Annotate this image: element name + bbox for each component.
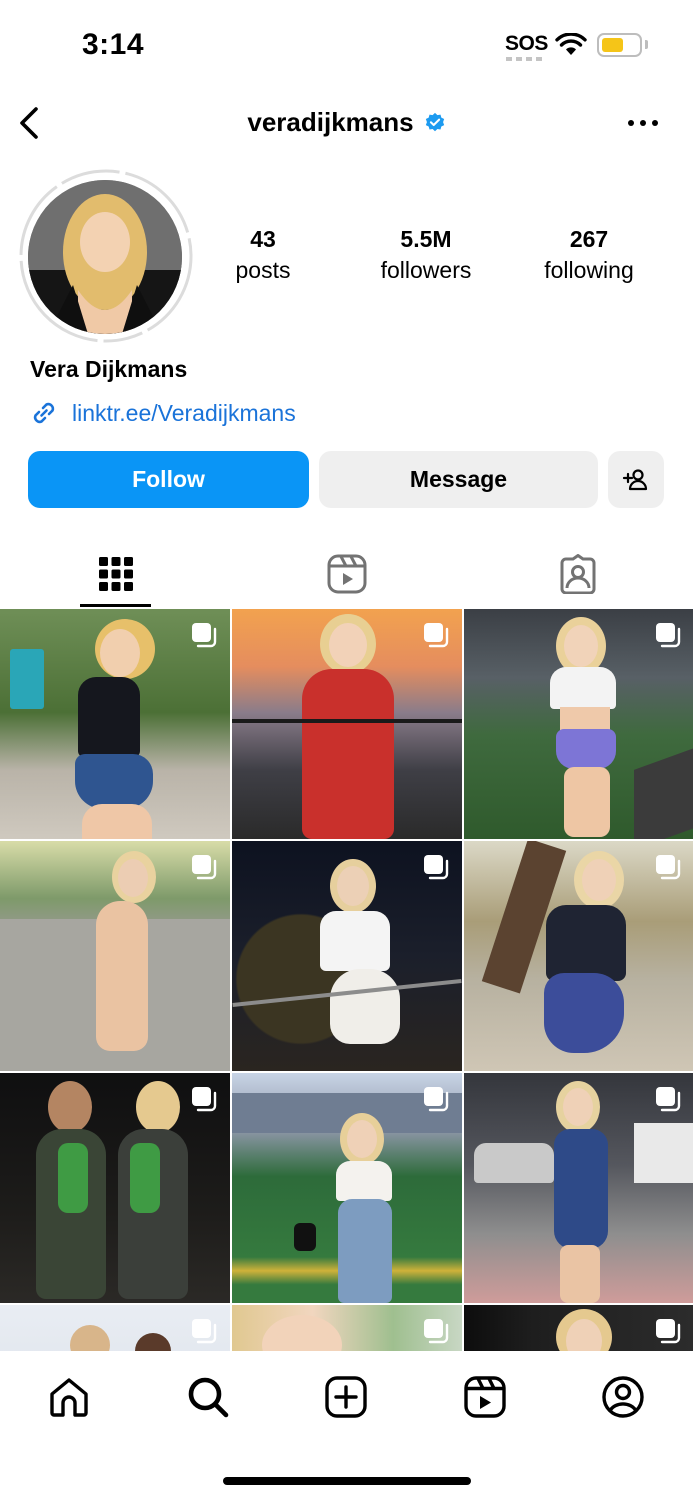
followers-count[interactable]: 5.5M followers (356, 226, 496, 284)
grid-icon (98, 557, 133, 591)
message-button[interactable]: Message (319, 451, 598, 508)
wifi-icon (555, 33, 587, 55)
nav-reels[interactable] (461, 1373, 509, 1421)
suggested-users-button[interactable] (608, 451, 664, 508)
following-count[interactable]: 267 following (519, 226, 659, 284)
multi-photo-icon (192, 623, 217, 648)
post-thumbnail[interactable] (0, 1305, 230, 1351)
multi-photo-icon (424, 1087, 449, 1112)
nav-home[interactable] (45, 1373, 93, 1421)
posts-count[interactable]: 43 posts (193, 226, 333, 284)
verified-badge-icon (425, 112, 444, 131)
post-thumbnail[interactable] (0, 1073, 230, 1303)
bio-link-text: linktr.ee/Veradijkmans (72, 399, 296, 426)
search-icon (188, 1377, 229, 1418)
followers-label: followers (380, 257, 472, 283)
multi-photo-icon (424, 623, 449, 648)
multi-photo-icon (192, 1319, 217, 1344)
status-bar: 3:14 SOS (0, 0, 693, 90)
reels-icon (464, 1376, 506, 1418)
battery-level (602, 38, 623, 52)
followers-value: 5.5M (400, 226, 452, 252)
tab-grid[interactable] (0, 540, 231, 608)
post-thumbnail[interactable] (0, 841, 230, 1071)
signal-dots-icon (506, 57, 542, 61)
bottom-nav (0, 1351, 693, 1500)
posts-label: posts (235, 257, 291, 283)
reels-icon (327, 554, 366, 594)
post-thumbnail[interactable] (0, 609, 230, 839)
battery-tip (645, 40, 648, 49)
post-thumbnail[interactable] (464, 841, 693, 1071)
link-icon (33, 402, 55, 424)
multi-photo-icon (656, 1319, 681, 1344)
following-value: 267 (569, 226, 609, 252)
post-thumbnail[interactable] (464, 609, 693, 839)
multi-photo-icon (192, 1087, 217, 1112)
home-indicator (223, 1477, 471, 1485)
multi-photo-icon (424, 855, 449, 880)
post-thumbnail[interactable] (464, 1073, 693, 1303)
posts-grid (0, 609, 693, 1351)
active-tab-indicator (80, 604, 151, 607)
post-thumbnail[interactable] (232, 1305, 462, 1351)
multi-photo-icon (192, 855, 217, 880)
display-name: Vera Dijkmans (30, 356, 188, 382)
post-thumbnail[interactable] (232, 1073, 462, 1303)
posts-value: 43 (250, 226, 276, 252)
post-thumbnail[interactable] (464, 1305, 693, 1351)
following-label: following (544, 257, 634, 283)
multi-photo-icon (424, 1319, 449, 1344)
bio-link[interactable]: linktr.ee/Veradijkmans (28, 397, 296, 429)
more-options-icon[interactable] (625, 111, 661, 135)
create-icon (325, 1376, 367, 1418)
username: veradijkmans (247, 107, 414, 137)
follow-button[interactable]: Follow (28, 451, 309, 508)
profile-icon (602, 1376, 644, 1418)
nav-profile[interactable] (599, 1373, 647, 1421)
add-person-icon (622, 468, 648, 490)
tab-tagged[interactable] (462, 540, 693, 608)
home-icon (50, 1378, 88, 1417)
profile-tabs (0, 540, 693, 610)
nav-search[interactable] (184, 1373, 232, 1421)
tab-reels[interactable] (231, 540, 462, 608)
multi-photo-icon (656, 855, 681, 880)
avatar-image (28, 180, 182, 334)
sos-indicator: SOS (505, 32, 548, 55)
status-time: 3:14 (82, 28, 145, 61)
username-title: veradijkmans (0, 107, 693, 138)
post-thumbnail[interactable] (232, 841, 462, 1071)
multi-photo-icon (656, 623, 681, 648)
profile-header: veradijkmans (0, 95, 693, 155)
multi-photo-icon (656, 1087, 681, 1112)
nav-create[interactable] (322, 1373, 370, 1421)
tagged-icon (560, 554, 595, 594)
profile-avatar[interactable] (28, 180, 182, 334)
post-thumbnail[interactable] (232, 609, 462, 839)
battery-icon (597, 33, 642, 57)
